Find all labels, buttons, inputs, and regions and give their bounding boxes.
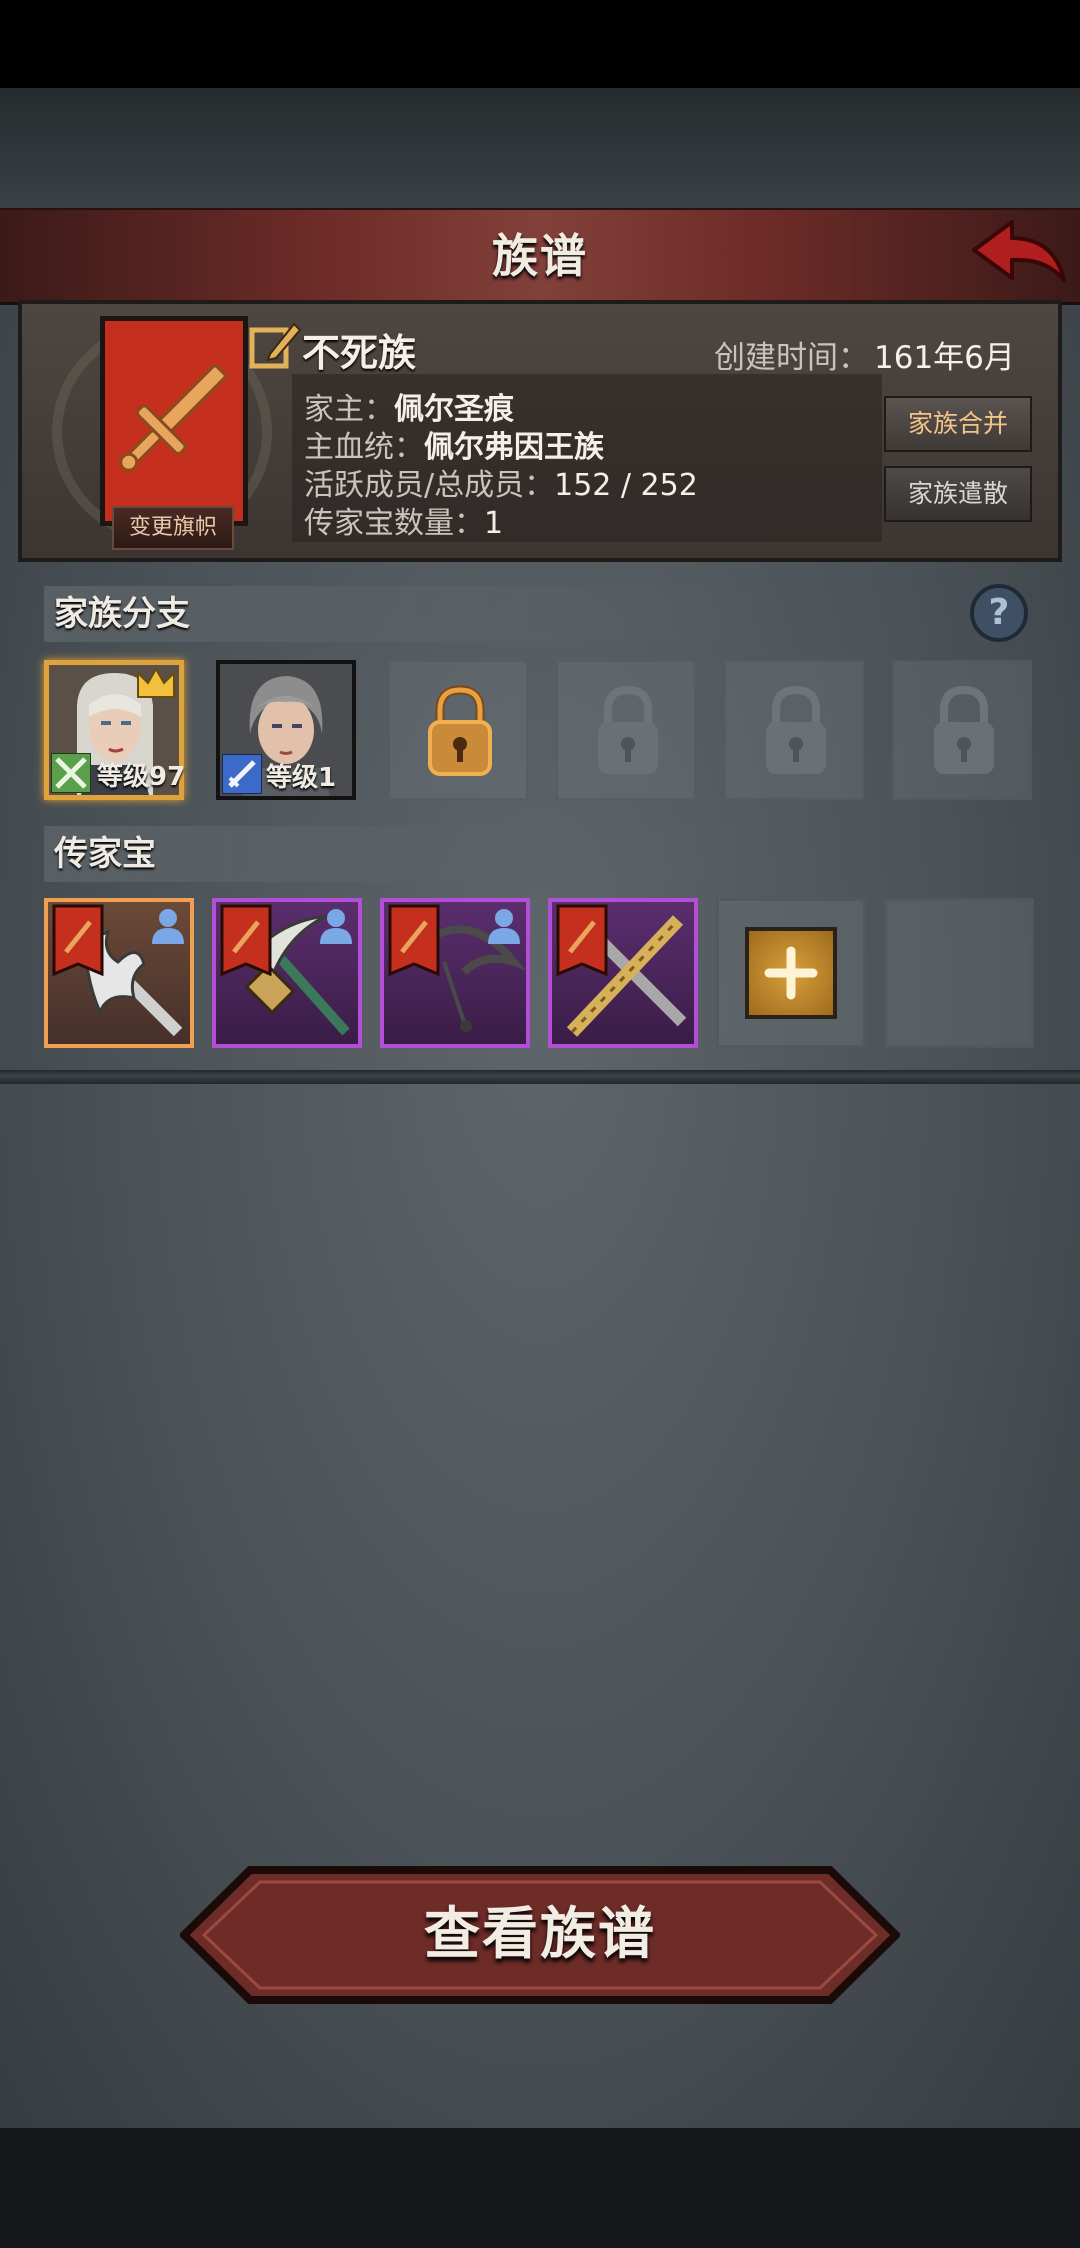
family-name: 不死族 [302,331,417,375]
heirloom-count-label: 传家宝数量： [304,506,484,541]
plus-icon [764,946,818,1000]
locked-branch-slot [556,660,696,800]
family-flag-icon [220,904,272,977]
navigation-bar [0,2128,1080,2248]
top-band [0,88,1080,208]
back-arrow-icon [972,220,1066,282]
person-icon [488,909,520,944]
family-flag-icon [52,904,104,977]
add-heirloom-slot[interactable] [716,898,866,1048]
view-family-tree-button[interactable]: 查看族谱 [178,1866,902,2004]
disband-family-button[interactable]: 家族遣散 [884,466,1032,522]
member-level: 等级97 [97,762,186,792]
person-icon [152,909,184,944]
lock-icon [598,685,658,774]
status-bar [0,0,1080,88]
title-bar: 族谱 [0,208,1080,305]
heirloom-count-row: 传家宝数量：1 [304,498,503,542]
family-banner [100,316,248,526]
person-icon [320,909,352,944]
unlockable-branch-slot[interactable] [388,660,528,800]
heirloom-slot[interactable] [548,898,698,1048]
heirloom-count-value: 1 [484,506,504,541]
sword-icon [222,754,262,794]
locked-branch-slot [724,660,864,800]
help-button[interactable]: ? [970,584,1028,642]
section-divider [0,1070,1080,1084]
created-time-label: 创建时间： [714,340,869,376]
created-time-value: 161年6月 [874,340,1015,376]
branches-title: 家族分支 [54,594,190,634]
lock-icon [428,685,492,776]
heirlooms-title: 传家宝 [54,834,156,874]
page-title: 族谱 [492,229,588,283]
add-heirloom-button[interactable] [745,927,837,1019]
heirloom-slot[interactable] [380,898,530,1048]
heirloom-slot[interactable] [212,898,362,1048]
branches-header: 家族分支 [44,586,764,642]
dagger-emblem-icon [119,364,227,472]
crown-icon [137,667,175,698]
edit-name-icon[interactable] [248,318,302,372]
change-banner-button[interactable]: 变更旗帜 [112,506,234,550]
members-value: 152 / 252 [554,468,698,503]
empty-heirloom-slot [884,898,1034,1048]
heirloom-slot[interactable] [44,898,194,1048]
branch-member-slot[interactable]: 等级97 [44,660,186,800]
member-level: 等级1 [266,763,337,793]
merge-family-button[interactable]: 家族合并 [884,396,1032,452]
view-family-tree-label: 查看族谱 [424,1902,656,1967]
heirlooms-header: 传家宝 [44,826,764,882]
branch-member-slot[interactable]: 等级1 [216,660,356,800]
family-flag-icon [388,904,440,977]
family-flag-icon [556,904,608,977]
lock-icon [766,685,826,774]
crossed-swords-icon [51,753,91,793]
locked-branch-slot [892,660,1032,800]
back-button[interactable] [968,218,1068,294]
lock-icon [934,685,994,774]
